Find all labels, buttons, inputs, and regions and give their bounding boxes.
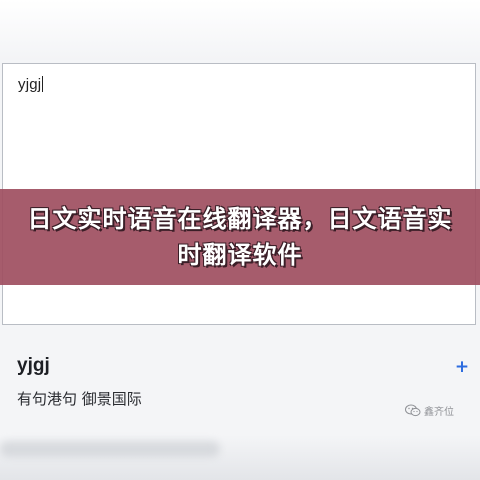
translator-page: yjgj 日文实时语音在线翻译器，日文语音实时翻译软件 yjgj + 有句港句 … (0, 0, 480, 480)
add-button[interactable]: + (452, 357, 472, 377)
watermark-text: 鑫齐位 (424, 407, 454, 418)
top-fade (0, 0, 480, 60)
banner-title: 日文实时语音在线翻译器，日文语音实时翻译软件 (27, 205, 453, 269)
watermark: 鑫齐位 (405, 403, 454, 418)
wechat-icon (405, 404, 421, 417)
source-text-value: yjgj (18, 76, 42, 93)
title-banner: 日文实时语音在线翻译器，日文语音实时翻译软件 (0, 189, 480, 285)
source-text: yjgj (18, 76, 44, 93)
result-translation: 有句港句 御景国际 (17, 390, 142, 408)
text-caret (42, 76, 44, 92)
bottom-blur-bar (0, 441, 220, 457)
result-word: yjgj (17, 355, 50, 376)
